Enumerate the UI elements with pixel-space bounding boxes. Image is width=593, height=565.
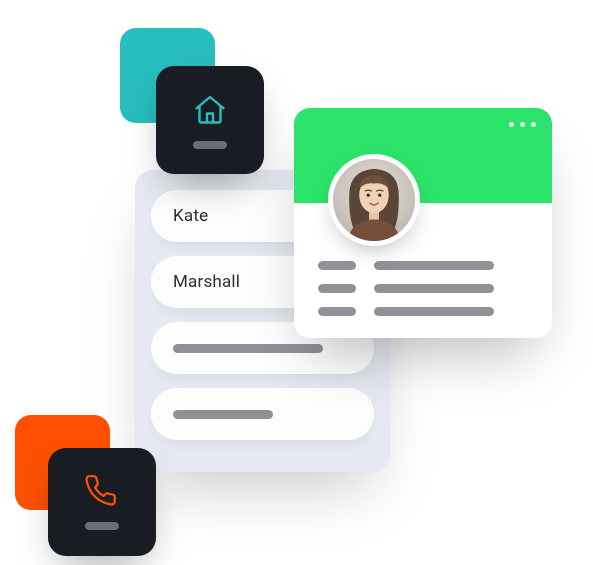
placeholder-bar (318, 284, 356, 293)
placeholder-bar (374, 261, 494, 270)
phone-icon (85, 474, 119, 508)
placeholder-bar (318, 261, 356, 270)
home-tile[interactable] (156, 66, 264, 174)
more-icon[interactable] (509, 122, 536, 127)
placeholder-bar (374, 307, 494, 316)
profile-row (318, 307, 528, 316)
profile-row (318, 261, 528, 270)
placeholder-bar (173, 344, 323, 353)
home-icon (192, 91, 228, 127)
placeholder-bar (374, 284, 494, 293)
profile-row (318, 284, 528, 293)
phone-tile[interactable] (48, 448, 156, 556)
avatar (328, 154, 420, 246)
placeholder-bar (318, 307, 356, 316)
tile-label-placeholder (193, 141, 227, 149)
form-field-placeholder-2[interactable] (151, 388, 374, 440)
placeholder-bar (173, 410, 273, 419)
profile-card (294, 108, 552, 338)
tile-label-placeholder (85, 522, 119, 530)
first-name-value: Kate (173, 206, 208, 226)
last-name-value: Marshall (173, 272, 240, 292)
